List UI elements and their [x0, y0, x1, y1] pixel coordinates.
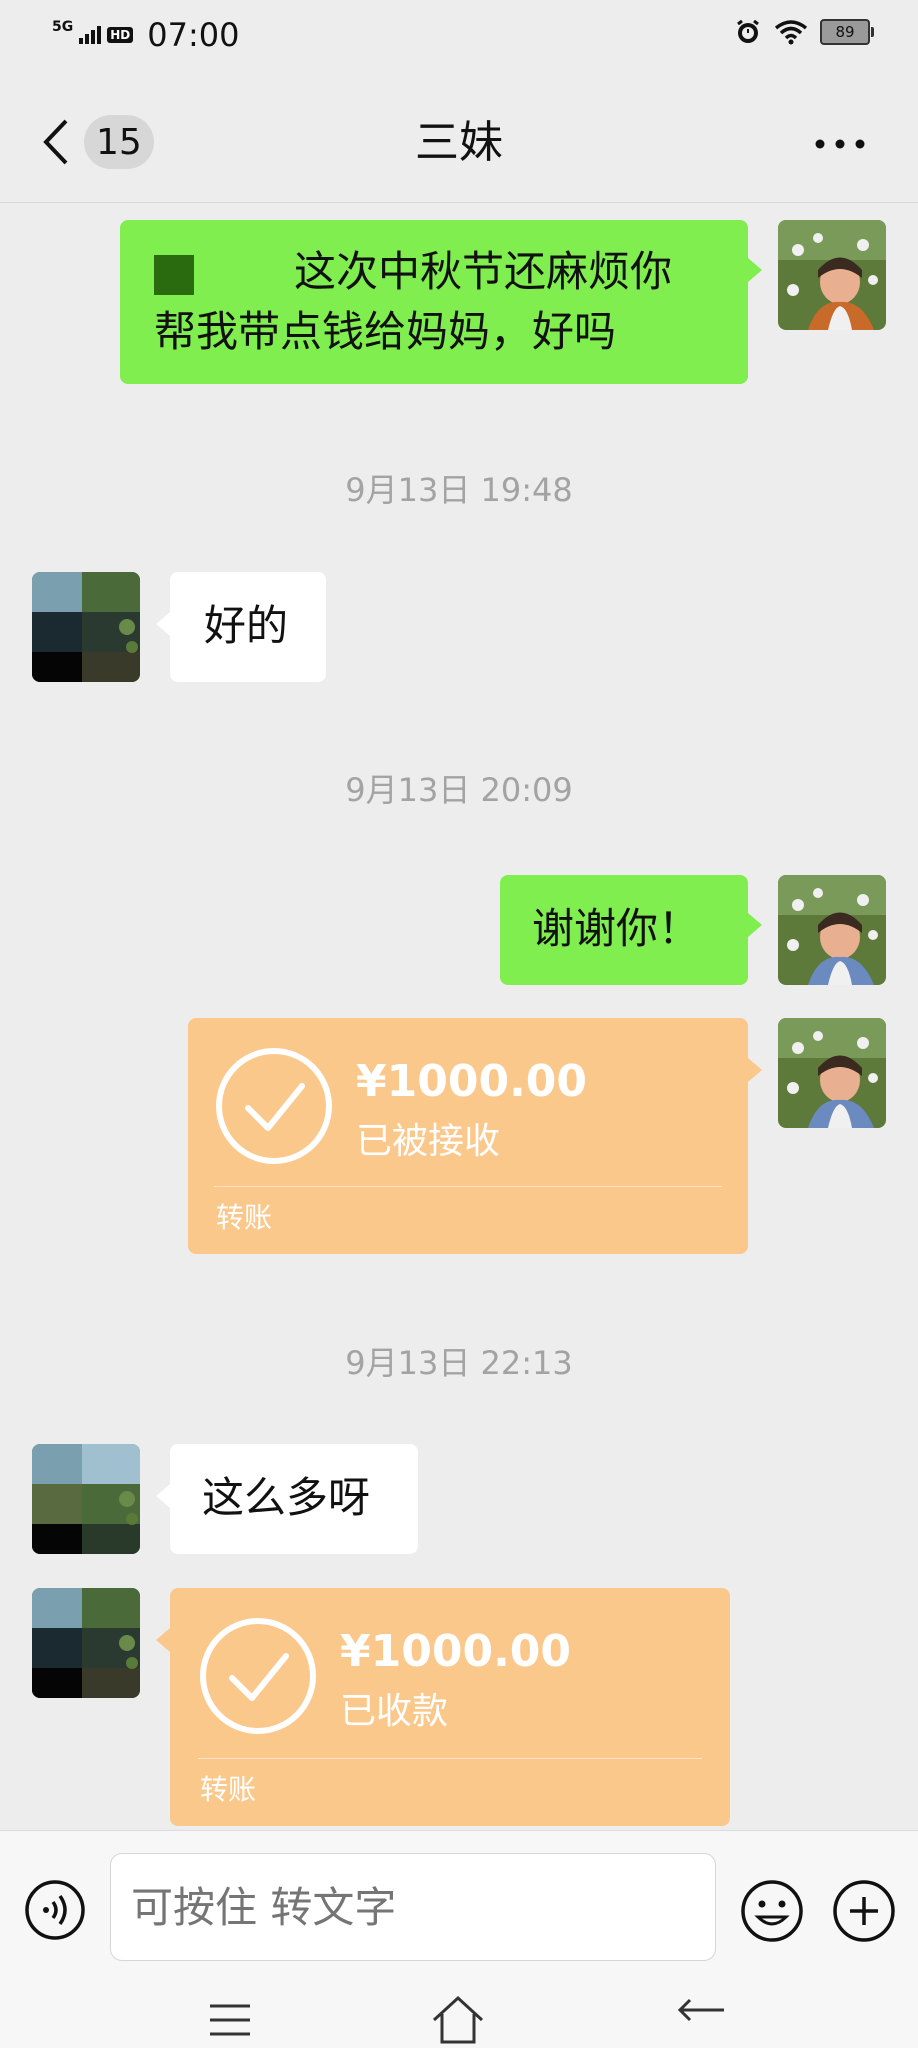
- more-actions-button[interactable]: [832, 1879, 896, 1943]
- smiley-icon: [741, 1880, 803, 1942]
- redacted-block: [154, 254, 194, 295]
- chat-screen: 5G HD 07:00 89 15 三妹 这次中秋节还麻烦你 帮我带点钱给妈妈，…: [0, 0, 918, 2048]
- chat-header: 15 三妹: [0, 72, 918, 203]
- status-right: 89: [734, 18, 874, 46]
- system-home-button[interactable]: [428, 1990, 488, 2048]
- self-avatar[interactable]: [778, 875, 886, 985]
- contact-avatar-image: [32, 572, 140, 682]
- network-type: 5G: [52, 19, 74, 35]
- system-navigation-bar: [0, 1978, 918, 2048]
- chat-input-bar: [0, 1830, 918, 1979]
- alarm-icon: [737, 19, 759, 43]
- transfer-divider: [198, 1758, 702, 1759]
- transfer-divider: [214, 1186, 722, 1187]
- transfer-label: 转账: [200, 1773, 257, 1806]
- status-left: 5G HD 07:00: [52, 16, 239, 54]
- message-timestamp: 9月13日 19:48: [345, 471, 573, 509]
- transfer-status: 已被接收: [356, 1121, 501, 1162]
- self-avatar-image: [778, 220, 886, 330]
- chat-title: 三妹: [415, 117, 503, 168]
- message-timestamp: 9月13日 22:13: [345, 1344, 573, 1382]
- checkmark-circle-icon: [200, 1618, 316, 1734]
- transfer-amount: ¥1000.00: [340, 1626, 572, 1677]
- transfer-card[interactable]: ¥1000.00 已收款 转账: [156, 1588, 730, 1826]
- transfer-status: 已收款: [340, 1691, 449, 1732]
- transfer-amount: ¥1000.00: [356, 1056, 588, 1107]
- hd-badge: HD: [107, 27, 134, 43]
- message-timestamp: 9月13日 20:09: [345, 771, 573, 809]
- signal-icon: [79, 26, 102, 44]
- received-message-bubble[interactable]: 这么多呀: [156, 1444, 418, 1554]
- contact-avatar[interactable]: [32, 1444, 140, 1554]
- voice-icon: [25, 1880, 85, 1940]
- home-icon: [432, 1995, 484, 2044]
- system-menu-button[interactable]: [200, 1990, 260, 2048]
- message-text: 好的: [204, 601, 289, 650]
- more-dots-icon: [815, 139, 865, 149]
- sent-message-bubble[interactable]: 谢谢你！: [500, 875, 762, 985]
- transfer-label: 转账: [216, 1201, 273, 1234]
- system-back-button[interactable]: [672, 1990, 732, 2048]
- message-text-line: 这次中秋节还麻烦你: [294, 247, 673, 296]
- self-avatar-image: [778, 1018, 886, 1128]
- emoji-button[interactable]: [740, 1879, 804, 1943]
- plus-icon: [833, 1880, 895, 1942]
- self-avatar[interactable]: [778, 220, 886, 330]
- transfer-card[interactable]: ¥1000.00 已被接收 转账: [188, 1018, 762, 1254]
- message-text-line: 帮我带点钱给妈妈，好吗: [154, 307, 617, 356]
- back-arrow-icon: [677, 1998, 724, 2022]
- status-time: 07:00: [147, 16, 240, 54]
- message-text: 谢谢你！: [532, 904, 701, 953]
- message-text: 这么多呀: [202, 1473, 371, 1522]
- received-message-bubble[interactable]: 好的: [156, 572, 326, 682]
- voice-input-button[interactable]: [24, 1879, 86, 1941]
- contact-avatar-image: [32, 1444, 140, 1554]
- battery-icon: 89: [820, 19, 874, 45]
- battery-level: 89: [835, 23, 855, 41]
- checkmark-circle-icon: [216, 1048, 332, 1164]
- contact-avatar-image: [32, 1588, 140, 1698]
- status-bar: 5G HD 07:00 89: [0, 0, 918, 72]
- self-avatar[interactable]: [778, 1018, 886, 1128]
- message-input[interactable]: [110, 1853, 716, 1961]
- sent-message-bubble[interactable]: 这次中秋节还麻烦你 帮我带点钱给妈妈，好吗: [120, 220, 762, 384]
- wifi-icon: [774, 20, 808, 45]
- contact-avatar[interactable]: [32, 1588, 140, 1698]
- self-avatar-image: [778, 875, 886, 985]
- menu-icon: [210, 2004, 250, 2036]
- more-options-button[interactable]: [810, 114, 870, 174]
- contact-avatar[interactable]: [32, 572, 140, 682]
